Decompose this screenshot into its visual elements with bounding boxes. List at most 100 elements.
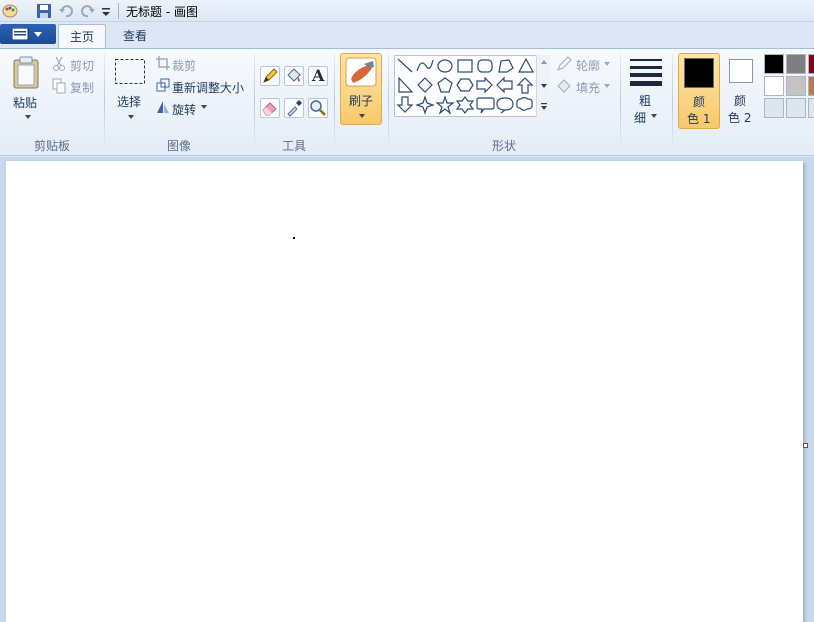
fill-label[interactable]: 填充 xyxy=(576,79,600,96)
brush-icon xyxy=(345,57,377,87)
shapes-scroll xyxy=(536,55,550,117)
shapes-scroll-up-icon[interactable] xyxy=(540,59,548,65)
rotate-label[interactable]: 旋转 xyxy=(172,101,196,118)
rotate-icon[interactable] xyxy=(156,100,170,114)
select-dropdown-arrow-icon[interactable] xyxy=(127,114,135,120)
size-button[interactable]: 粗 细 xyxy=(624,54,668,126)
outline-icon[interactable] xyxy=(556,56,572,72)
palette-swatch[interactable] xyxy=(764,54,784,74)
crop-icon[interactable] xyxy=(156,56,170,70)
title-separator xyxy=(118,3,119,19)
fill-bucket-icon xyxy=(287,68,301,82)
canvas-workspace xyxy=(0,157,814,622)
palette-swatch[interactable] xyxy=(808,76,814,96)
cut-icon[interactable] xyxy=(52,56,66,72)
group-separator xyxy=(620,54,621,150)
save-icon[interactable] xyxy=(36,3,52,19)
palette-swatch[interactable] xyxy=(808,54,814,74)
color2-button[interactable]: 颜 色 2 xyxy=(724,53,760,129)
shapes-more-icon[interactable] xyxy=(540,103,548,111)
undo-icon[interactable] xyxy=(58,3,74,19)
size-label-line1: 粗 xyxy=(639,94,652,108)
down-arrow-shape-icon xyxy=(396,96,414,113)
paste-icon[interactable] xyxy=(12,56,42,90)
image-group-label: 图像 xyxy=(166,139,191,153)
drawn-dot xyxy=(293,237,295,239)
tools-group-label: 工具 xyxy=(281,139,306,153)
group-separator xyxy=(254,54,255,150)
shapes-gallery xyxy=(394,55,550,117)
hexagon-shape-icon xyxy=(456,78,474,92)
shapes-scroll-down-icon[interactable] xyxy=(540,83,548,89)
brushes-dropdown-arrow-icon xyxy=(359,114,365,118)
color2-swatch xyxy=(729,59,753,83)
fill-icon[interactable] xyxy=(556,78,572,94)
six-point-star-shape-icon xyxy=(455,96,475,114)
window-title: 无标题 - 画图 xyxy=(126,5,198,19)
right-triangle-shape-icon xyxy=(398,76,414,93)
title-bar: 无标题 - 画图 xyxy=(0,0,814,22)
palette-swatch[interactable] xyxy=(786,98,806,118)
group-separator xyxy=(104,54,105,150)
group-separator xyxy=(388,54,389,150)
curve-shape-icon xyxy=(416,59,434,72)
cut-label[interactable]: 剪切 xyxy=(70,57,94,74)
color2-label-line1: 颜 xyxy=(734,94,747,108)
paint-menu-button[interactable] xyxy=(0,24,56,44)
tab-home[interactable]: 主页 xyxy=(58,24,106,48)
paint-app-icon[interactable] xyxy=(2,3,18,19)
resize-label[interactable]: 重新调整大小 xyxy=(172,79,244,96)
customize-quick-access-icon[interactable] xyxy=(100,3,112,19)
palette-swatch[interactable] xyxy=(764,76,784,96)
outline-dropdown-arrow-icon[interactable] xyxy=(604,62,610,66)
fill-tool[interactable] xyxy=(284,66,304,86)
cloud-callout-shape-icon xyxy=(516,96,533,111)
size-label-line2: 细 xyxy=(634,111,647,125)
color1-button[interactable]: 颜 色 1 xyxy=(678,53,720,129)
clipboard-group-label: 剪贴板 xyxy=(33,139,70,153)
redo-icon[interactable] xyxy=(80,3,96,19)
line-size-icon xyxy=(630,59,662,86)
select-label[interactable]: 选择 xyxy=(117,93,141,110)
brushes-button[interactable]: 刷子 xyxy=(340,53,382,125)
palette-swatch[interactable] xyxy=(786,76,806,96)
rounded-callout-shape-icon xyxy=(476,97,495,114)
magnifier-icon xyxy=(310,100,326,116)
magnifier-tool[interactable] xyxy=(308,98,328,118)
fill-dropdown-arrow-icon[interactable] xyxy=(604,84,610,88)
oval-shape-icon xyxy=(437,59,453,73)
group-separator xyxy=(672,54,673,150)
copy-label[interactable]: 复制 xyxy=(70,79,94,96)
palette-swatch[interactable] xyxy=(764,98,784,118)
color2-label-line2: 色 2 xyxy=(728,111,752,125)
five-point-star-shape-icon xyxy=(435,95,455,115)
tab-view[interactable]: 查看 xyxy=(112,24,158,48)
tab-view-label: 查看 xyxy=(122,29,147,43)
eraser-tool[interactable] xyxy=(260,98,280,118)
triangle-shape-icon xyxy=(517,57,535,73)
pencil-tool[interactable] xyxy=(260,66,280,86)
eyedropper-icon xyxy=(287,100,302,117)
copy-icon[interactable] xyxy=(52,78,66,94)
right-arrow-shape-icon xyxy=(476,76,493,94)
color1-label-line2: 色 1 xyxy=(687,112,711,126)
paste-dropdown-arrow-icon[interactable] xyxy=(24,114,32,120)
palette-swatch[interactable] xyxy=(786,54,806,74)
four-point-star-shape-icon xyxy=(415,95,435,115)
rectangle-shape-icon xyxy=(457,59,473,73)
canvas-resize-handle[interactable] xyxy=(803,443,808,448)
eraser-icon xyxy=(262,102,277,116)
select-icon[interactable] xyxy=(114,58,146,86)
color-picker-tool[interactable] xyxy=(284,98,304,118)
palette-swatch[interactable] xyxy=(808,98,814,118)
menu-icon xyxy=(12,28,42,40)
size-dropdown-arrow-icon xyxy=(651,114,657,118)
ribbon-tab-bar: 主页 查看 xyxy=(0,22,814,48)
text-tool[interactable]: A xyxy=(308,66,328,86)
outline-label[interactable]: 轮廓 xyxy=(576,57,600,74)
crop-label[interactable]: 裁剪 xyxy=(172,57,196,74)
drawing-canvas[interactable] xyxy=(6,161,803,622)
resize-icon[interactable] xyxy=(156,78,170,92)
rotate-dropdown-arrow-icon[interactable] xyxy=(201,105,207,109)
paste-label[interactable]: 粘贴 xyxy=(13,94,37,111)
